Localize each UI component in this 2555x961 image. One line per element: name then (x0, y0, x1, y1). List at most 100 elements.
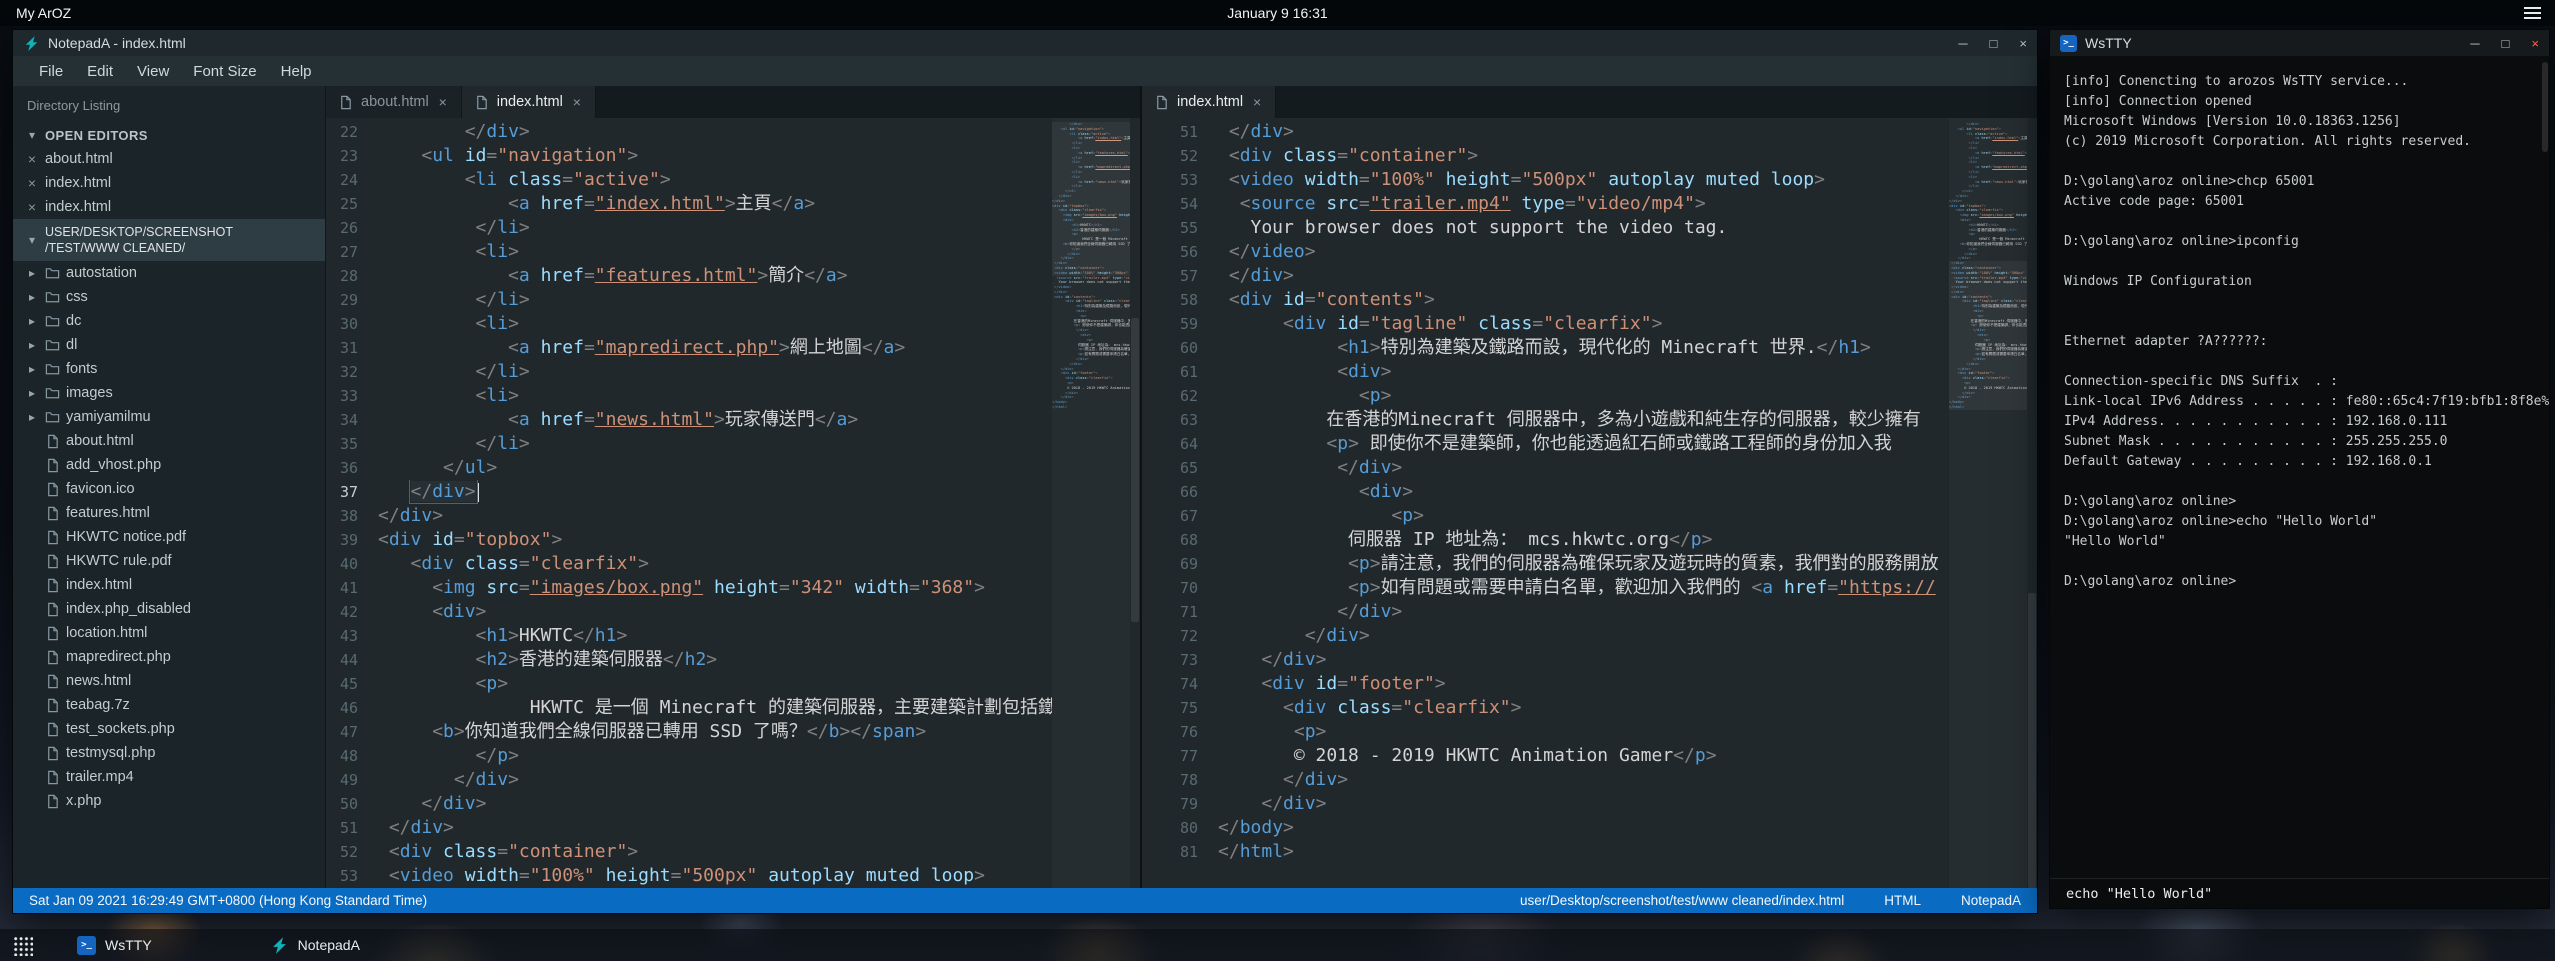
sidebar-file[interactable]: teabag.7z (13, 693, 325, 717)
close-icon[interactable]: × (437, 94, 449, 110)
open-editors-section[interactable]: ▾ OPEN EDITORS (13, 123, 325, 147)
sidebar-file[interactable]: trailer.mp4 (13, 765, 325, 789)
close-icon[interactable]: × (2019, 37, 2027, 50)
code-line[interactable]: </div> (1218, 624, 1949, 648)
code-line[interactable]: <div id="contents"> (1218, 288, 1949, 312)
taskbar-item-wstty[interactable]: >_ WsTTY (63, 929, 166, 961)
code-line[interactable]: <div> (1218, 480, 1949, 504)
minimap[interactable]: </div> <ul id="navigation"> <li class="a… (1052, 118, 1130, 888)
code-line[interactable]: <h2>香港的建築伺服器</h2> (378, 648, 1052, 672)
editor-pane-left[interactable]: 2223242526272829303132333435363738394041… (326, 118, 1140, 888)
code-line[interactable]: <video width="100%" height="500px" autop… (378, 864, 1052, 888)
sidebar-file[interactable]: HKWTC rule.pdf (13, 549, 325, 573)
code-line[interactable]: </p> (378, 744, 1052, 768)
editor-pane-right[interactable]: 5152535455565758596061626364656667686970… (1140, 118, 2037, 888)
maximize-icon[interactable]: □ (2502, 37, 2510, 50)
terminal-input[interactable]: echo "Hello World" (2050, 878, 2549, 908)
code-line[interactable]: 伺服器 IP 地址為： mcs.hkwtc.org</p> (1218, 528, 1949, 552)
code-line[interactable]: </div> (1218, 264, 1949, 288)
code-line[interactable]: <video width="100%" height="500px" autop… (1218, 168, 1949, 192)
sidebar-file[interactable]: favicon.ico (13, 477, 325, 501)
code-line[interactable]: <a href="features.html">簡介</a> (378, 264, 1052, 288)
code-line[interactable]: <p> (378, 672, 1052, 696)
menu-view[interactable]: View (137, 63, 169, 80)
code-line[interactable]: <h1>HKWTC</h1> (378, 624, 1052, 648)
minimize-icon[interactable]: ─ (1958, 37, 1967, 50)
sidebar-folder[interactable]: ▸autostation (13, 261, 325, 285)
hamburger-menu-icon[interactable] (2524, 7, 2541, 19)
code-line[interactable]: <div> (378, 600, 1052, 624)
scrollbar-thumb[interactable] (1131, 318, 1139, 622)
code-line[interactable]: <a href="news.html">玩家傳送門</a> (378, 408, 1052, 432)
menu-file[interactable]: File (39, 63, 63, 80)
code-line[interactable]: </li> (378, 288, 1052, 312)
code-line[interactable]: <div id="footer"> (1218, 672, 1949, 696)
code-line[interactable]: <p>請注意，我們的伺服器為確保玩家及遊玩時的質素，我們對的服務開放 (1218, 552, 1949, 576)
sidebar-folder[interactable]: ▸dl (13, 333, 325, 357)
code-line[interactable]: </div> (378, 768, 1052, 792)
code-line[interactable]: </body> (1218, 816, 1949, 840)
sidebar-folder[interactable]: ▸yamiyamilmu (13, 405, 325, 429)
code-line[interactable]: <div class="container"> (1218, 144, 1949, 168)
notepada-titlebar[interactable]: NotepadA - index.html ─ □ × (13, 30, 2037, 56)
code-line[interactable]: <li> (378, 312, 1052, 336)
sidebar-file[interactable]: about.html (13, 429, 325, 453)
scrollbar[interactable] (1130, 118, 1140, 888)
wstty-titlebar[interactable]: >_ WsTTY ─ □ × (2050, 30, 2549, 56)
menu-edit[interactable]: Edit (87, 63, 113, 80)
status-appname[interactable]: NotepadA (1961, 893, 2021, 908)
code-line[interactable]: </div> (1218, 768, 1949, 792)
scrollbar-thumb[interactable] (2542, 62, 2548, 152)
code-line[interactable]: <p> (1218, 720, 1949, 744)
open-editor-item[interactable]: ×about.html (13, 147, 325, 171)
editor-tab-about.html[interactable]: about.html× (326, 86, 462, 118)
close-icon[interactable]: × (571, 94, 583, 110)
code-line[interactable]: <div class="clearfix"> (378, 552, 1052, 576)
close-icon[interactable]: × (2531, 37, 2539, 50)
code-editor[interactable]: </div> <div class="container"> <video wi… (1212, 118, 1949, 888)
sidebar-folder[interactable]: ▸dc (13, 309, 325, 333)
code-line[interactable]: <p> (1218, 384, 1949, 408)
code-line[interactable]: </li> (378, 432, 1052, 456)
sidebar-file[interactable]: x.php (13, 789, 325, 813)
sidebar-file[interactable]: news.html (13, 669, 325, 693)
sidebar-file[interactable]: mapredirect.php (13, 645, 325, 669)
code-line[interactable]: Your browser does not support the video … (1218, 216, 1949, 240)
close-icon[interactable]: × (25, 151, 39, 167)
open-editor-item[interactable]: ×index.html (13, 195, 325, 219)
code-line[interactable]: <div> (1218, 360, 1949, 384)
sidebar-file[interactable]: test_sockets.php (13, 717, 325, 741)
taskbar-item-notepada[interactable]: NotepadA (256, 929, 374, 961)
code-line[interactable]: <a href="index.html">主頁</a> (378, 192, 1052, 216)
code-line[interactable]: </div> (378, 816, 1052, 840)
code-line[interactable]: </li> (378, 216, 1052, 240)
sidebar-file[interactable]: location.html (13, 621, 325, 645)
close-icon[interactable]: × (25, 199, 39, 215)
code-line[interactable]: </ul> (378, 456, 1052, 480)
code-line[interactable]: </div> (378, 504, 1052, 528)
close-icon[interactable]: × (25, 175, 39, 191)
code-line[interactable]: </div> (378, 792, 1052, 816)
sidebar-file[interactable]: testmysql.php (13, 741, 325, 765)
code-line[interactable]: © 2018 - 2019 HKWTC Animation Gamer</p> (1218, 744, 1949, 768)
code-line[interactable]: <div class="clearfix"> (1218, 696, 1949, 720)
status-language[interactable]: HTML (1884, 893, 1921, 908)
minimap[interactable]: </div> <ul id="navigation"> <li class="a… (1949, 118, 2027, 888)
code-line[interactable]: <li> (378, 384, 1052, 408)
code-line[interactable]: <b>你知道我們全線伺服器已轉用 SSD 了嗎？</b></span> (378, 720, 1052, 744)
minimize-icon[interactable]: ─ (2470, 37, 2479, 50)
menu-help[interactable]: Help (281, 63, 312, 80)
scrollbar-thumb[interactable] (2028, 593, 2036, 888)
code-line[interactable]: </div> (1218, 456, 1949, 480)
sidebar-folder[interactable]: ▸css (13, 285, 325, 309)
code-line[interactable]: </div> (1218, 792, 1949, 816)
code-line[interactable]: </div> (378, 480, 1052, 504)
code-line[interactable]: <div id="tagline" class="clearfix"> (1218, 312, 1949, 336)
sidebar-folder[interactable]: ▸fonts (13, 357, 325, 381)
code-line[interactable]: <source src="trailer.mp4" type="video/mp… (1218, 192, 1949, 216)
code-line[interactable]: 在香港的Minecraft 伺服器中，多為小遊戲和純生存的伺服器，較少擁有 (1218, 408, 1949, 432)
sidebar-file[interactable]: index.php_disabled (13, 597, 325, 621)
status-filepath[interactable]: user/Desktop/screenshot/test/www cleaned… (1520, 893, 1844, 908)
code-line[interactable]: <ul id="navigation"> (378, 144, 1052, 168)
code-line[interactable]: </div> (378, 120, 1052, 144)
